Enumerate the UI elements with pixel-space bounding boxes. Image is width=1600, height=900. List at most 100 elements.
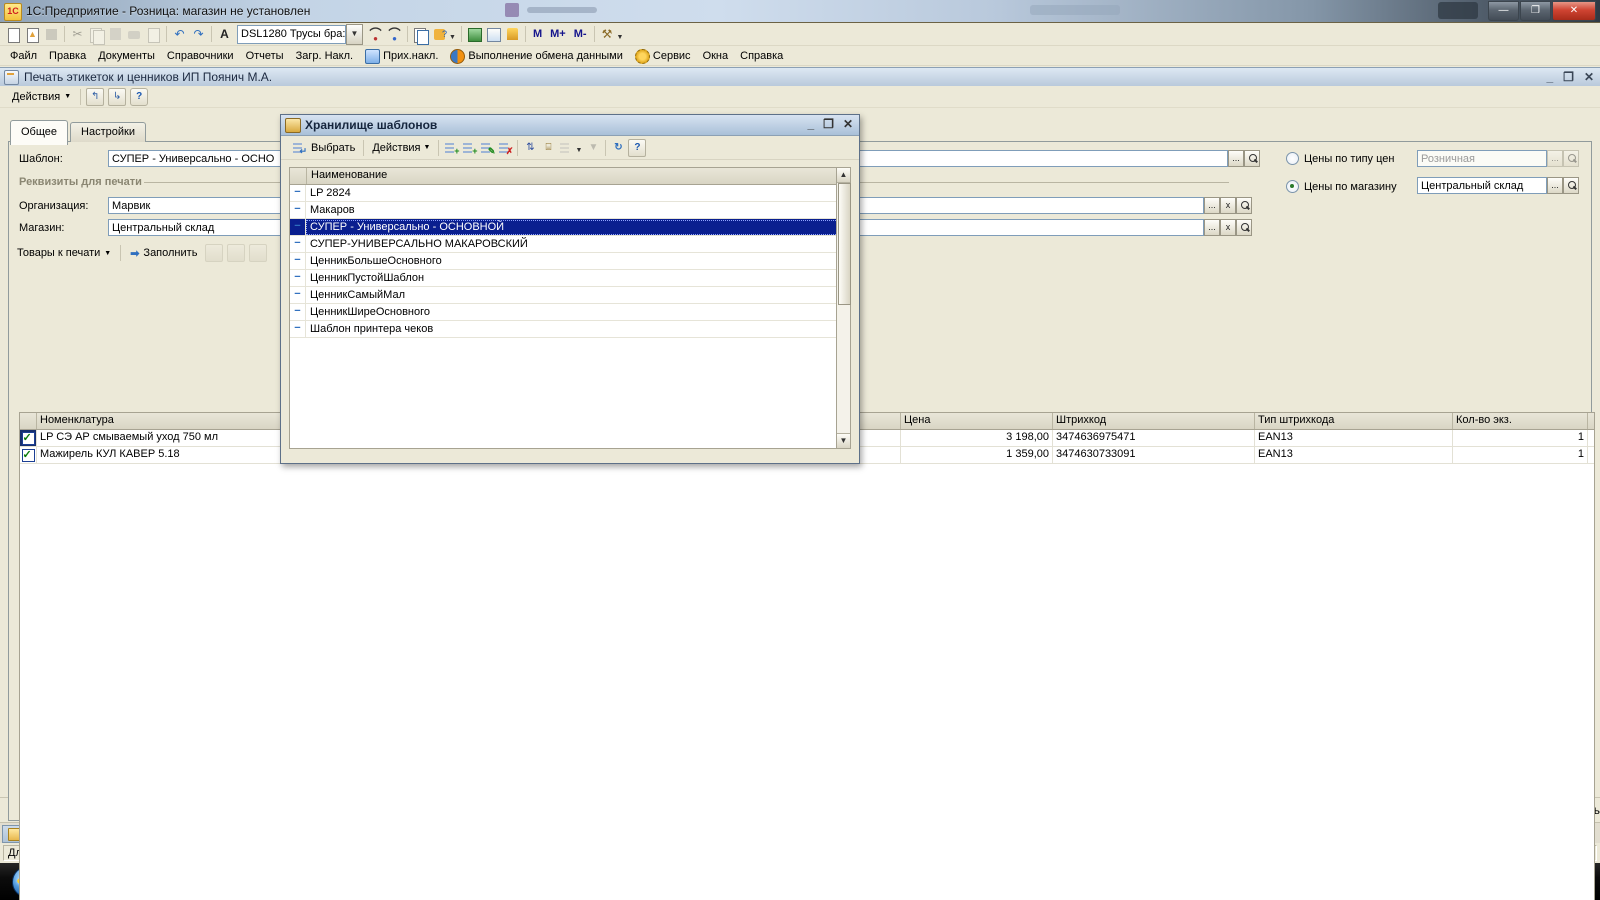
list-item[interactable]: −ЦенникСамыйМал [290,287,850,304]
move-down-icon[interactable] [227,244,245,262]
delete-item-icon[interactable]: ✗ [497,140,513,156]
add-group-icon[interactable]: + [461,140,477,156]
menu-service[interactable]: Сервис [629,47,697,66]
dialog-minimize-button[interactable]: _ [807,117,814,131]
new-document-icon[interactable] [5,26,22,43]
copy-icon[interactable] [88,26,105,43]
template-more-button[interactable]: ... [1228,150,1244,167]
table-icon[interactable] [466,26,483,43]
help-icon[interactable]: ? [130,88,148,106]
row-checkbox[interactable] [22,432,35,445]
actions-menu-button[interactable]: Действия ▼ [6,89,77,105]
store-more-button[interactable]: ... [1204,219,1220,236]
list-item[interactable]: −Шаблон принтера чеков [290,321,850,338]
price-store-field[interactable]: Центральный склад [1417,177,1547,194]
price-store-search-button[interactable] [1563,177,1579,194]
chevron-down-icon[interactable]: ▼ [617,34,624,41]
memory-m-button[interactable]: М [533,28,542,40]
find-next-icon[interactable]: ⌒● [367,26,384,43]
template-search-button[interactable] [1244,150,1260,167]
menu-edit[interactable]: Правка [43,48,92,64]
memory-mplus-button[interactable]: М+ [550,28,566,40]
price-by-store-radio[interactable]: Цены по магазину [1286,180,1397,193]
list-item[interactable]: −Макаров [290,202,850,219]
dialog-maximize-button[interactable]: ❐ [823,117,834,131]
find-prev-icon[interactable]: ⌒● [386,26,403,43]
menu-catalogs[interactable]: Справочники [161,48,240,64]
list-item[interactable]: −ЦенникБольшеОсновного [290,253,850,270]
save-icon[interactable] [43,26,60,43]
store-search-button[interactable] [1236,219,1252,236]
goods-menu-button[interactable]: Товары к печати ▼ [11,245,117,261]
cut-icon[interactable]: ✂ [69,26,86,43]
calendar-help-icon[interactable]: ? [431,26,448,43]
undo-icon[interactable]: ↶ [171,26,188,43]
dialog-actions-button[interactable]: Действия ▼ [367,140,435,156]
select-button[interactable]: ↵ Выбрать [285,138,360,158]
paste-icon[interactable] [107,26,124,43]
edit-item-icon[interactable]: ✎ [479,140,495,156]
restore-button[interactable]: ❐ [1520,1,1551,21]
edit-icon[interactable] [249,244,267,262]
dialog-titlebar[interactable]: Хранилище шаблонов _ ❐ ✕ [281,115,859,136]
mdi-minimize-button[interactable]: _ [1546,69,1553,85]
memory-mminus-button[interactable]: М- [574,28,587,40]
close-button[interactable]: ✕ [1552,1,1596,21]
price-by-type-radio[interactable]: Цены по типу цен [1286,152,1395,165]
add-item-icon[interactable]: + [443,140,459,156]
list-item[interactable]: −СУПЕР-УНИВЕРСАЛЬНО МАКАРОВСКИЙ [290,236,850,253]
sort-icon[interactable]: ⇅ [522,140,538,156]
store-clear-button[interactable]: x [1220,219,1236,236]
header-qty[interactable]: Кол-во экз. [1453,413,1588,429]
price-store-more-button[interactable]: ... [1547,177,1563,194]
dialog-help-icon[interactable]: ? [628,139,646,157]
label-template-combo-value[interactable]: DSL1280 Трусы бра: [237,25,346,44]
tab-general[interactable]: Общее [10,120,68,145]
refresh-icon[interactable]: ↻ [610,140,626,156]
tab-settings[interactable]: Настройки [70,122,146,142]
organization-search-button[interactable] [1236,197,1252,214]
header-barcode-type[interactable]: Тип штрихкода [1255,413,1453,429]
list-scrollbar[interactable]: ▲ ▼ [836,167,851,449]
label-template-combo[interactable]: DSL1280 Трусы бра: ▼ [237,24,363,45]
calculator-person-icon[interactable] [504,26,521,43]
chevron-down-icon[interactable]: ▼ [346,24,363,45]
open-folder-icon[interactable]: ⌸ [540,140,556,156]
redo-icon[interactable]: ↷ [190,26,207,43]
list-item[interactable]: −LP 2824 [290,185,850,202]
copy-buffer-icon[interactable] [412,26,429,43]
go-previous-icon[interactable]: ↰ [86,88,104,106]
find-icon[interactable]: А [216,26,233,43]
list-item-selected[interactable]: −СУПЕР - Универсально - ОСНОВНОЙ [290,219,850,236]
print-icon[interactable] [126,26,143,43]
organization-more-button[interactable]: ... [1204,197,1220,214]
list-item[interactable]: −ЦенникПустойШаблон [290,270,850,287]
scroll-down-icon[interactable]: ▼ [837,433,850,448]
list-header-name[interactable]: Наименование [307,168,836,184]
open-document-icon[interactable]: ▲ [24,26,41,43]
menu-load-invoice[interactable]: Загр. Накл. [290,48,359,64]
calendar-icon[interactable] [485,26,502,43]
header-price[interactable]: Цена [901,413,1053,429]
menu-incoming-invoice[interactable]: Прих.накл. [359,47,444,66]
mdi-close-button[interactable]: ✕ [1584,69,1594,85]
scroll-thumb[interactable] [838,183,851,305]
menu-windows[interactable]: Окна [697,48,735,64]
header-barcode[interactable]: Штрихкод [1053,413,1255,429]
row-checkbox[interactable] [22,449,35,462]
list-item[interactable]: −ЦенникШиреОсновного [290,304,850,321]
dialog-close-button[interactable]: ✕ [843,117,853,131]
menu-data-exchange[interactable]: Выполнение обмена данными [444,47,628,66]
minimize-button[interactable]: — [1488,1,1519,21]
preview-icon[interactable] [145,26,162,43]
menu-help[interactable]: Справка [734,48,789,64]
fill-button[interactable]: ➡ Заполнить [124,245,203,262]
move-up-icon[interactable] [205,244,223,262]
menu-reports[interactable]: Отчеты [240,48,290,64]
go-next-icon[interactable]: ↳ [108,88,126,106]
mdi-restore-button[interactable]: ❐ [1563,69,1574,85]
tools-icon[interactable]: ⚒ [599,26,616,43]
scroll-up-icon[interactable]: ▲ [837,168,850,183]
menu-file[interactable]: Файл [4,48,43,64]
menu-documents[interactable]: Документы [92,48,161,64]
